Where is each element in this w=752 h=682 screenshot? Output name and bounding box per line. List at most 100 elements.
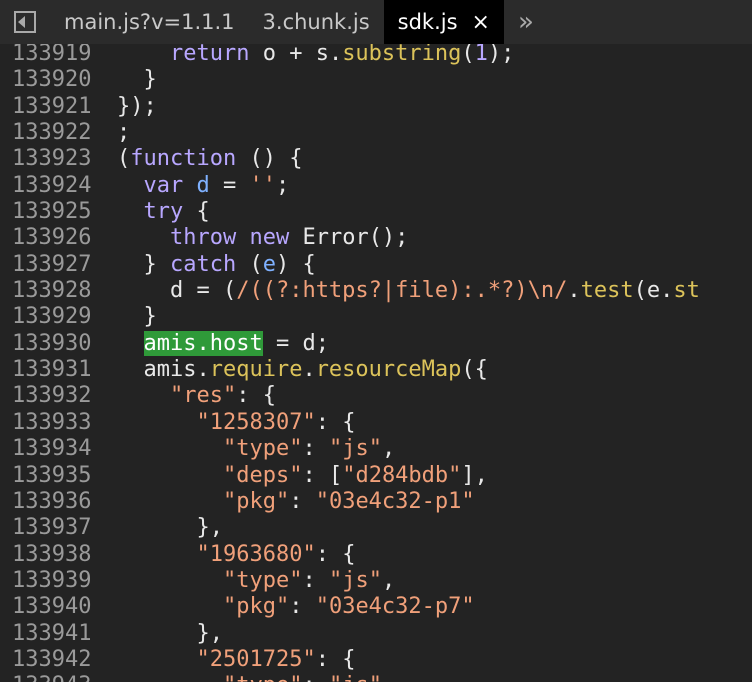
code-token: } — [117, 67, 157, 93]
tab-sdk-js[interactable]: sdk.js × — [383, 0, 504, 44]
code-text: (function () { — [112, 146, 302, 172]
line-number[interactable]: 133939 — [0, 568, 112, 594]
code-token: : — [302, 673, 329, 682]
code-token: try — [143, 199, 184, 225]
line-number[interactable]: 133927 — [0, 252, 112, 278]
code-text: throw new Error(); — [112, 225, 408, 251]
line-number[interactable]: 133924 — [0, 173, 112, 199]
line-number[interactable]: 133922 — [0, 120, 112, 146]
line-number[interactable]: 133940 — [0, 594, 112, 620]
close-icon[interactable]: × — [472, 10, 490, 35]
code-token: ], — [461, 462, 488, 488]
code-token: st — [673, 278, 700, 304]
line-number[interactable]: 133920 — [0, 67, 112, 93]
code-line: 133933 "1258307": { — [0, 410, 700, 436]
line-number[interactable]: 133930 — [0, 331, 112, 357]
line-number[interactable]: 133936 — [0, 489, 112, 515]
code-editor[interactable]: 133919 return o + s.substring(1); 133920 … — [0, 44, 752, 682]
line-number[interactable]: 133931 — [0, 357, 112, 383]
code-token: var — [143, 172, 184, 198]
line-number[interactable]: 133923 — [0, 146, 112, 172]
line-number[interactable]: 133921 — [0, 94, 112, 120]
line-number[interactable]: 133938 — [0, 542, 112, 568]
code-token: , — [381, 567, 396, 593]
code-text: try { — [112, 199, 210, 225]
code-token: . — [302, 357, 316, 383]
sidebar-toggle-button[interactable] — [0, 0, 50, 44]
code-token: : { — [315, 646, 356, 672]
code-token: : { — [315, 409, 356, 435]
code-text: "pkg": "03e4c32-p1" — [112, 489, 475, 515]
code-text: "deps": ["d284bdb"], — [112, 463, 488, 489]
code-token: throw — [169, 225, 237, 251]
code-token: ( — [236, 251, 263, 277]
tab-main-js[interactable]: main.js?v=1.1.1 — [50, 0, 249, 44]
code-token: { — [183, 199, 210, 225]
line-number[interactable]: 133943 — [0, 673, 112, 682]
code-token: d — [196, 172, 210, 198]
line-number[interactable]: 133929 — [0, 304, 112, 330]
code-token: catch — [169, 251, 237, 277]
code-text: }); — [112, 94, 157, 120]
code-line: 133922; — [0, 120, 700, 146]
sidebar-toggle-icon — [14, 11, 36, 33]
code-line: 133929 } — [0, 304, 700, 330]
code-line: 133923 (function () { — [0, 146, 700, 172]
line-number[interactable]: 133934 — [0, 436, 112, 462]
line-number[interactable]: 133932 — [0, 383, 112, 409]
code-token: ; — [117, 120, 131, 146]
code-line: 133920 } — [0, 67, 700, 93]
line-number[interactable]: 133933 — [0, 410, 112, 436]
code-token: }, — [117, 620, 223, 646]
code-token: ({ — [461, 357, 488, 383]
line-number[interactable]: 133928 — [0, 278, 112, 304]
code-line: 133937 }, — [0, 515, 700, 541]
code-token: (e. — [633, 278, 674, 304]
code-line: 133939 "type": "js", — [0, 568, 700, 594]
code-token: amis. — [117, 357, 210, 383]
code-line: 133940 "pkg": "03e4c32-p7" — [0, 594, 700, 620]
code-token: } — [117, 304, 157, 330]
code-token: "js" — [328, 436, 382, 462]
line-number[interactable]: 133941 — [0, 621, 112, 647]
code-text: ; — [112, 120, 130, 146]
code-text: "pkg": "03e4c32-p7" — [112, 594, 475, 620]
code-token: } — [117, 251, 170, 277]
line-number[interactable]: 133925 — [0, 199, 112, 225]
line-number[interactable]: 133926 — [0, 225, 112, 251]
code-token: "deps" — [222, 462, 303, 488]
line-number[interactable]: 133942 — [0, 647, 112, 673]
code-line: 133927 } catch (e) { — [0, 252, 700, 278]
chevron-double-right-icon[interactable]: » — [504, 0, 534, 44]
line-number[interactable]: 133919 — [0, 44, 112, 67]
code-text: var d = ''; — [112, 172, 290, 199]
code-token: Error(); — [289, 225, 409, 251]
code-line: 133931 amis.require.resourceMap({ — [0, 357, 700, 383]
code-token: o + s. — [249, 44, 343, 66]
code-text: "1258307": { — [112, 410, 355, 436]
code-line: 133935 "deps": ["d284bdb"], — [0, 463, 700, 489]
code-token: "type" — [222, 436, 303, 462]
code-line: 133932 "res": { — [0, 383, 700, 409]
code-token: : — [289, 594, 316, 620]
code-token: : — [302, 567, 329, 593]
code-token: "1258307" — [196, 409, 316, 435]
line-number[interactable]: 133937 — [0, 515, 112, 541]
code-text: }, — [112, 621, 223, 647]
tab-chunk-js[interactable]: 3.chunk.js — [249, 0, 384, 44]
line-number[interactable]: 133935 — [0, 463, 112, 489]
tab-label: sdk.js — [397, 10, 458, 34]
code-token: }); — [117, 93, 157, 119]
code-text: d = (/((?:https?|file):.*?)\n/.test(e.st — [112, 278, 700, 304]
